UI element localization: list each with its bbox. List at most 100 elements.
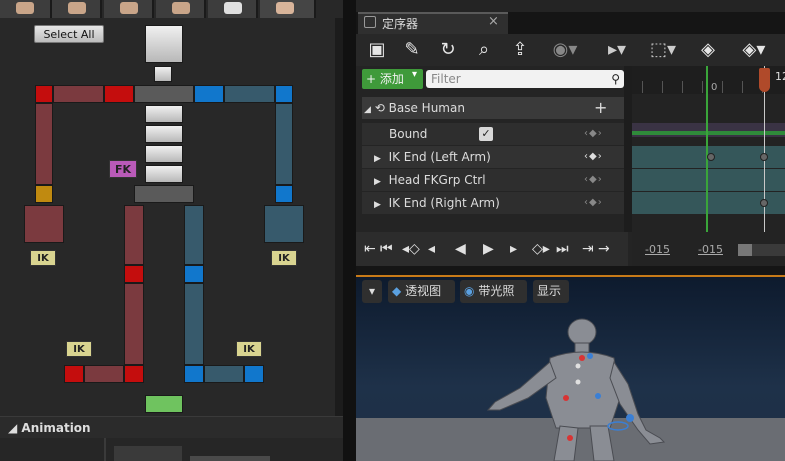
show-button[interactable]: 显示 [533,280,569,303]
eye-dropdown-icon[interactable]: ◉▾ [548,39,582,61]
viewport-options-button[interactable]: ▾ [362,280,382,303]
left-ankle-control[interactable] [124,365,144,383]
right-elbow-pole-control[interactable] [275,185,293,203]
play-reverse-icon[interactable]: ◀ [455,241,466,257]
right-foot-control[interactable] [204,365,244,383]
step-back-icon[interactable]: ◂ [428,241,435,257]
neck-control[interactable] [154,66,172,82]
track-section-head[interactable] [632,169,785,191]
left-leg-ik-toggle[interactable]: IK [66,341,92,357]
right-hand-ik-control[interactable] [275,85,293,103]
hand-pose-thumb-4[interactable] [156,0,206,18]
key-interp-dropdown-icon[interactable]: ◈▾ [734,39,774,61]
right-ankle-control[interactable] [184,365,204,383]
close-tab-button[interactable]: × [488,14,499,29]
right-leg-ik-toggle[interactable]: IK [236,341,262,357]
key-nav-icons[interactable]: ‹◆› [584,192,603,214]
loop-icon[interactable]: → [598,241,610,257]
animation-section-header[interactable]: ◢ Animation [0,416,343,438]
track-row[interactable]: ▶ Head FKGrp Ctrl ‹◆› [362,169,624,191]
lit-mode-button[interactable]: ◉ 带光照 [460,280,527,303]
track-row[interactable]: Bound ✓ ‹◆› [362,123,624,145]
right-knee-control[interactable] [184,265,204,283]
filter-input[interactable]: Filter ⚲ [426,70,624,88]
select-all-button[interactable]: Select All [34,25,104,43]
right-hand-control[interactable] [264,205,304,243]
tab-sequencer[interactable] [358,12,508,34]
key-nav-icons[interactable]: ‹◆› [584,169,603,191]
playhead-handle[interactable] [759,68,770,92]
hand-pose-thumb-2[interactable] [52,0,102,18]
spine-3-control[interactable] [145,105,183,123]
save-as-icon[interactable]: ✎ [401,39,423,61]
hand-pose-thumb-6[interactable] [260,0,316,18]
key-nav-icons[interactable]: ‹◆› [584,123,603,145]
bound-section[interactable] [632,131,785,135]
pelvis-control[interactable] [134,185,194,203]
left-foot-control[interactable] [84,365,124,383]
left-hand-control[interactable] [24,205,64,243]
left-knee-control[interactable] [124,265,144,283]
go-to-end-icon[interactable]: ⇥ [582,241,594,257]
hand-pose-thumb-1[interactable] [0,0,52,18]
left-forearm-control[interactable] [35,103,53,185]
track-row[interactable]: ▶ IK End (Right Arm) ‹◆› [362,192,624,214]
prev-frame-icon[interactable]: ⏮ [380,241,393,257]
add-icon[interactable]: + [594,97,607,119]
range-start-field[interactable]: -015 [645,243,670,256]
right-arm-ik-toggle[interactable]: IK [271,250,297,266]
prev-key-icon[interactable]: ◂◇ [402,241,420,257]
keyframe-dot[interactable] [707,153,715,161]
key-nav-icons[interactable]: ‹◆› [584,146,603,168]
next-key-icon[interactable]: ◇▸ [532,241,550,257]
perspective-button[interactable]: ◆ 透视图 [388,280,455,303]
left-panel-scrollbar[interactable] [335,18,343,418]
hand-pose-thumb-5[interactable] [208,0,258,18]
keyframe-dot[interactable] [760,199,768,207]
tree-scrollbar[interactable] [624,66,632,232]
left-calf-control[interactable] [124,283,144,365]
keyframe-dot[interactable] [760,153,768,161]
save-icon[interactable]: ▣ [366,39,388,61]
chest-control[interactable] [134,85,194,103]
right-upperarm-control[interactable] [224,85,275,103]
selection-dropdown-icon[interactable]: ⬚▾ [646,39,680,61]
fk-spine-toggle[interactable]: FK [109,160,137,178]
right-forearm-control[interactable] [275,103,293,185]
animation-slider[interactable] [190,456,270,461]
left-foot-ik-control[interactable] [64,365,84,383]
left-arm-ik-toggle[interactable]: IK [30,250,56,266]
left-clavicle-control[interactable] [104,85,134,103]
play-icon[interactable]: ▶ [483,241,494,257]
step-forward-icon[interactable]: ▸ [510,241,517,257]
next-frame-icon[interactable]: ⏭ [556,241,569,257]
export-icon[interactable]: ⇪ [509,39,531,61]
track-root[interactable]: ◢ ⟲ Base Human + [362,97,624,119]
right-thigh-control[interactable] [184,205,204,265]
left-thigh-control[interactable] [124,205,144,265]
search-icon[interactable]: ⌕ [473,39,495,61]
range-end-field[interactable]: -015 [698,243,723,256]
root-control[interactable] [145,395,183,413]
right-clavicle-control[interactable] [194,85,224,103]
left-elbow-pole-control[interactable] [35,185,53,203]
viewport-splitter[interactable] [356,266,785,275]
spine-1-control[interactable] [145,145,183,163]
refresh-icon[interactable]: ↻ [437,39,459,61]
head-control[interactable] [145,25,183,63]
key-icon[interactable]: ◈ [697,39,719,61]
bound-checkbox[interactable]: ✓ [479,127,493,141]
left-hand-ik-control[interactable] [35,85,53,103]
spine-2-control[interactable] [145,125,183,143]
splitter[interactable] [343,0,356,461]
hand-pose-thumb-3[interactable] [104,0,154,18]
right-foot-ik-control[interactable] [244,365,264,383]
animation-thumbnail[interactable] [114,446,182,461]
spine-0-control[interactable] [145,165,183,183]
mannequin-figure[interactable] [470,318,680,461]
left-upperarm-control[interactable] [53,85,104,103]
go-to-start-icon[interactable]: ⇤ [364,241,376,257]
track-row[interactable]: ▶ IK End (Left Arm) ‹◆› [362,146,624,168]
right-calf-control[interactable] [184,283,204,365]
play-dropdown-icon[interactable]: ▸▾ [600,39,634,61]
